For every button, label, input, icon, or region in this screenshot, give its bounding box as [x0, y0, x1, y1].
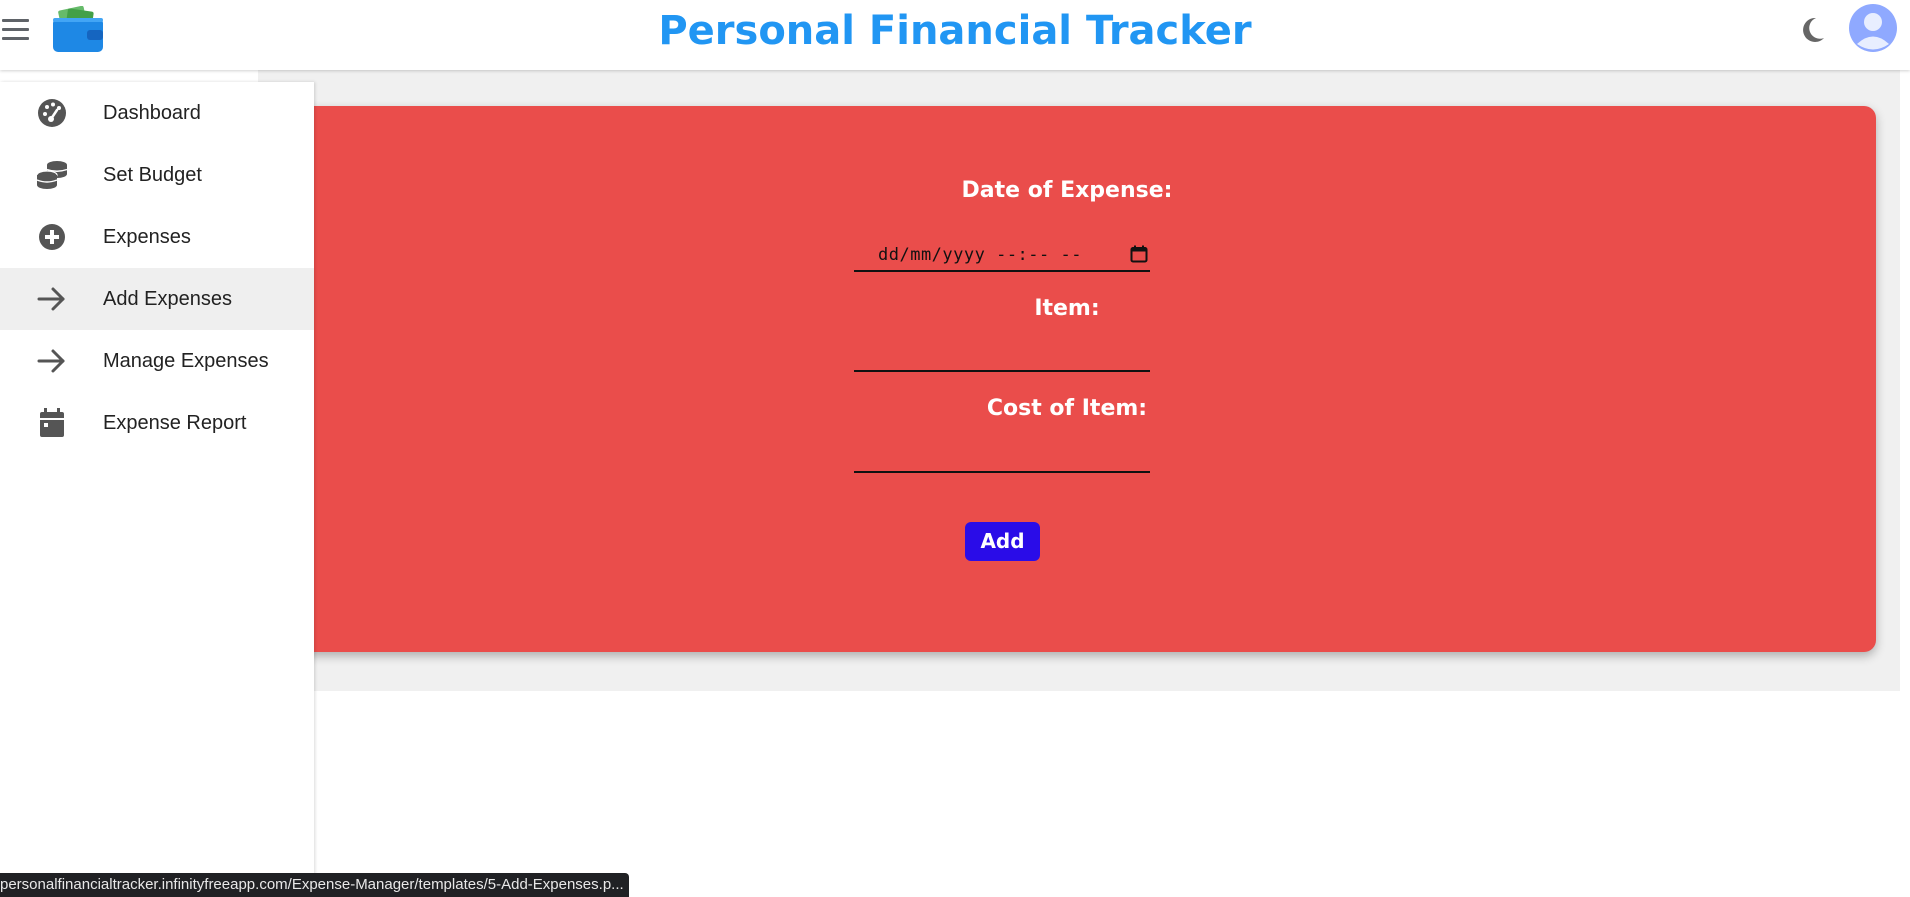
moon-icon[interactable]: [1798, 14, 1826, 46]
calendar-picker-icon[interactable]: [1130, 245, 1148, 263]
app-title: Personal Financial Tracker: [658, 8, 1252, 54]
add-expense-card: Date of Expense: dd/mm/yyyy --:-- -- Ite…: [258, 106, 1876, 652]
coins-icon: [36, 161, 68, 189]
sidebar-item-label: Expense Report: [103, 412, 247, 434]
arrow-right-icon: [37, 349, 65, 373]
plus-circle-icon: [39, 224, 65, 250]
item-input[interactable]: [854, 340, 1150, 372]
add-button[interactable]: Add: [965, 522, 1040, 561]
calendar-icon: [40, 408, 64, 437]
sidebar-item-label: Manage Expenses: [103, 350, 269, 372]
sidebar-item-expense-report[interactable]: Expense Report: [0, 392, 314, 454]
sidebar-item-manage-expenses[interactable]: Manage Expenses: [0, 330, 314, 392]
top-header: Personal Financial Tracker: [0, 0, 1910, 70]
date-of-expense-label: Date of Expense:: [961, 178, 1173, 203]
sidebar-item-label: Set Budget: [103, 164, 202, 186]
cost-of-item-label: Cost of Item:: [986, 396, 1148, 421]
date-placeholder-text: dd/mm/yyyy --:-- --: [878, 245, 1082, 265]
dashboard-gauge-icon: [38, 99, 66, 127]
sidebar-item-label: Expenses: [103, 226, 191, 248]
sidebar-nav: Dashboard Set Budget Expenses Add Expens…: [0, 82, 314, 897]
sidebar-item-set-budget[interactable]: Set Budget: [0, 144, 314, 206]
user-avatar-icon[interactable]: [1848, 3, 1898, 53]
date-of-expense-input[interactable]: dd/mm/yyyy --:-- --: [854, 240, 1150, 272]
item-label: Item:: [1034, 296, 1100, 321]
sidebar-item-label: Add Expenses: [103, 288, 232, 310]
status-bar-url: personalfinancialtracker.infinityfreeapp…: [0, 873, 629, 897]
sidebar-item-add-expenses[interactable]: Add Expenses: [0, 268, 314, 330]
sidebar-item-label: Dashboard: [103, 102, 201, 124]
sidebar-item-dashboard[interactable]: Dashboard: [0, 82, 314, 144]
sidebar-item-expenses[interactable]: Expenses: [0, 206, 314, 268]
cost-of-item-input[interactable]: [854, 441, 1150, 473]
arrow-right-icon: [37, 287, 65, 311]
